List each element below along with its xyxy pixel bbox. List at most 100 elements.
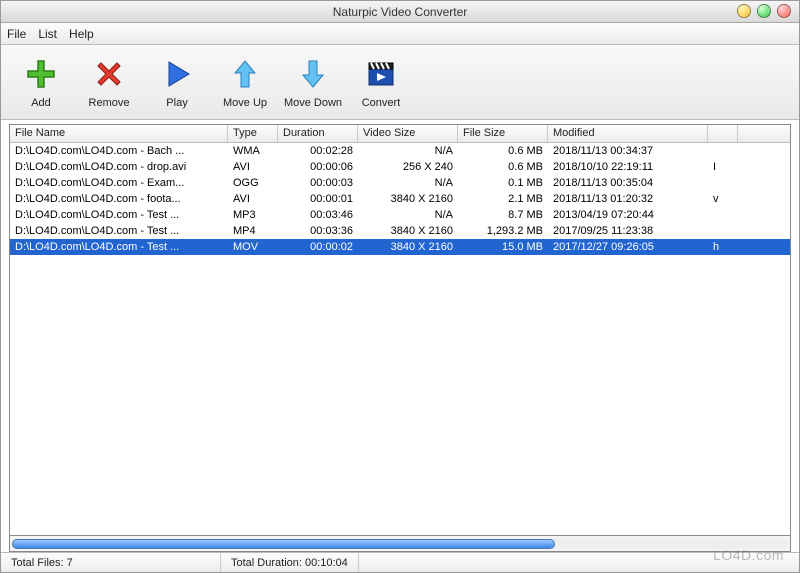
remove-button[interactable]: Remove — [77, 55, 141, 109]
cell-type: WMA — [228, 143, 278, 159]
app-window: Naturpic Video Converter File List Help … — [0, 0, 800, 573]
move-down-label: Move Down — [284, 97, 342, 109]
minimize-button[interactable] — [737, 4, 751, 18]
cell-video-size: 256 X 240 — [358, 159, 458, 175]
cell-type: MP4 — [228, 223, 278, 239]
horizontal-scrollbar[interactable] — [9, 536, 791, 552]
table-row[interactable]: D:\LO4D.com\LO4D.com - Test ...MP400:03:… — [10, 223, 790, 239]
cell-duration: 00:00:06 — [278, 159, 358, 175]
cell-duration: 00:00:02 — [278, 239, 358, 255]
cell-filename: D:\LO4D.com\LO4D.com - Exam... — [10, 175, 228, 191]
cell-filename: D:\LO4D.com\LO4D.com - drop.avi — [10, 159, 228, 175]
window-close-button[interactable] — [777, 4, 791, 18]
cell-file-size: 15.0 MB — [458, 239, 548, 255]
menu-file[interactable]: File — [7, 27, 26, 41]
list-rows: D:\LO4D.com\LO4D.com - Bach ...WMA00:02:… — [10, 143, 790, 535]
content-area: File Name Type Duration Video Size File … — [1, 120, 799, 552]
cell-file-size: 0.6 MB — [458, 143, 548, 159]
column-header-modified[interactable]: Modified — [548, 125, 708, 142]
menubar: File List Help — [1, 23, 799, 45]
cell-duration: 00:00:03 — [278, 175, 358, 191]
plus-icon — [22, 55, 60, 93]
play-button[interactable]: Play — [145, 55, 209, 109]
add-label: Add — [31, 97, 51, 109]
move-up-button[interactable]: Move Up — [213, 55, 277, 109]
cell-file-size: 8.7 MB — [458, 207, 548, 223]
cell-modified: 2017/09/25 11:23:38 — [548, 223, 708, 239]
cell-video-size: 3840 X 2160 — [358, 191, 458, 207]
column-header-video-size[interactable]: Video Size — [358, 125, 458, 142]
scrollbar-thumb[interactable] — [12, 539, 555, 549]
cell-modified: 2018/10/10 22:19:11 — [548, 159, 708, 175]
cell-duration: 00:02:28 — [278, 143, 358, 159]
table-row[interactable]: D:\LO4D.com\LO4D.com - Test ...MOV00:00:… — [10, 239, 790, 255]
cell-extra — [708, 207, 738, 223]
cell-filename: D:\LO4D.com\LO4D.com - Test ... — [10, 207, 228, 223]
file-list[interactable]: File Name Type Duration Video Size File … — [9, 124, 791, 536]
cell-extra: h — [708, 239, 738, 255]
table-row[interactable]: D:\LO4D.com\LO4D.com - drop.aviAVI00:00:… — [10, 159, 790, 175]
move-down-button[interactable]: Move Down — [281, 55, 345, 109]
cell-modified: 2018/11/13 00:35:04 — [548, 175, 708, 191]
window-controls — [737, 4, 791, 18]
status-total-files: Total Files: 7 — [1, 553, 221, 572]
convert-label: Convert — [362, 97, 401, 109]
move-up-label: Move Up — [223, 97, 267, 109]
cell-extra: v — [708, 191, 738, 207]
cell-filename: D:\LO4D.com\LO4D.com - foota... — [10, 191, 228, 207]
cell-type: AVI — [228, 191, 278, 207]
maximize-button[interactable] — [757, 4, 771, 18]
cell-duration: 00:00:01 — [278, 191, 358, 207]
cell-video-size: 3840 X 2160 — [358, 223, 458, 239]
play-label: Play — [166, 97, 187, 109]
table-row[interactable]: D:\LO4D.com\LO4D.com - foota...AVI00:00:… — [10, 191, 790, 207]
table-row[interactable]: D:\LO4D.com\LO4D.com - Exam...OGG00:00:0… — [10, 175, 790, 191]
cell-filename: D:\LO4D.com\LO4D.com - Test ... — [10, 239, 228, 255]
cell-file-size: 2.1 MB — [458, 191, 548, 207]
cell-filename: D:\LO4D.com\LO4D.com - Bach ... — [10, 143, 228, 159]
menu-help[interactable]: Help — [69, 27, 94, 41]
cell-file-size: 0.6 MB — [458, 159, 548, 175]
cell-extra: I — [708, 159, 738, 175]
cell-extra — [708, 143, 738, 159]
column-header-filename[interactable]: File Name — [10, 125, 228, 142]
cell-duration: 00:03:46 — [278, 207, 358, 223]
play-icon — [158, 55, 196, 93]
scrollbar-track[interactable] — [12, 539, 788, 549]
column-header-type[interactable]: Type — [228, 125, 278, 142]
cell-file-size: 1,293.2 MB — [458, 223, 548, 239]
cell-video-size: N/A — [358, 175, 458, 191]
arrow-down-icon — [294, 55, 332, 93]
column-header-file-size[interactable]: File Size — [458, 125, 548, 142]
table-row[interactable]: D:\LO4D.com\LO4D.com - Bach ...WMA00:02:… — [10, 143, 790, 159]
x-icon — [90, 55, 128, 93]
list-header: File Name Type Duration Video Size File … — [10, 125, 790, 143]
cell-modified: 2013/04/19 07:20:44 — [548, 207, 708, 223]
column-header-extra[interactable] — [708, 125, 738, 142]
cell-type: AVI — [228, 159, 278, 175]
cell-type: MOV — [228, 239, 278, 255]
menu-list[interactable]: List — [38, 27, 57, 41]
table-row[interactable]: D:\LO4D.com\LO4D.com - Test ...MP300:03:… — [10, 207, 790, 223]
cell-file-size: 0.1 MB — [458, 175, 548, 191]
watermark: LO4D.com — [713, 547, 784, 563]
add-button[interactable]: Add — [9, 55, 73, 109]
remove-label: Remove — [89, 97, 130, 109]
cell-filename: D:\LO4D.com\LO4D.com - Test ... — [10, 223, 228, 239]
titlebar[interactable]: Naturpic Video Converter — [1, 1, 799, 23]
clapperboard-icon — [362, 55, 400, 93]
cell-type: OGG — [228, 175, 278, 191]
window-title: Naturpic Video Converter — [333, 5, 468, 19]
statusbar: Total Files: 7 Total Duration: 00:10:04 — [1, 552, 799, 572]
cell-extra — [708, 223, 738, 239]
cell-video-size: N/A — [358, 143, 458, 159]
column-header-duration[interactable]: Duration — [278, 125, 358, 142]
cell-modified: 2018/11/13 01:20:32 — [548, 191, 708, 207]
convert-button[interactable]: Convert — [349, 55, 413, 109]
toolbar: Add Remove Play Move Up — [1, 45, 799, 120]
cell-duration: 00:03:36 — [278, 223, 358, 239]
cell-extra — [708, 175, 738, 191]
status-total-duration: Total Duration: 00:10:04 — [221, 553, 359, 572]
cell-video-size: 3840 X 2160 — [358, 239, 458, 255]
cell-modified: 2018/11/13 00:34:37 — [548, 143, 708, 159]
